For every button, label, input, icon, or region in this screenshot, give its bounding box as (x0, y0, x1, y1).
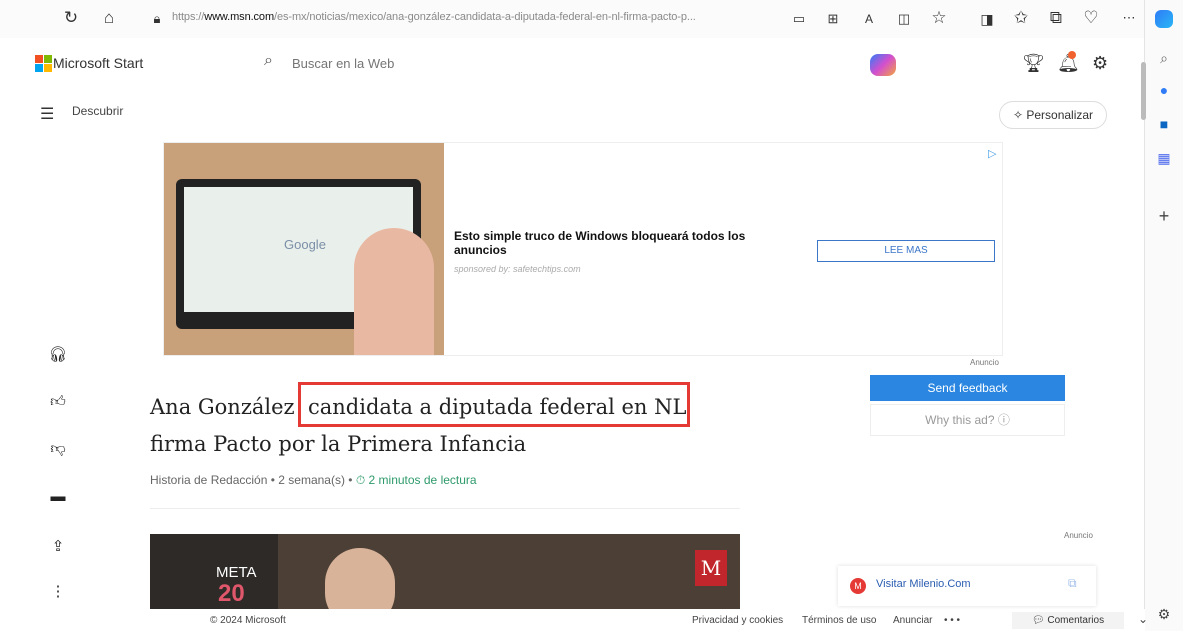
apps-icon[interactable]: ⊞ (822, 9, 844, 29)
divider (150, 508, 740, 509)
address-bar[interactable]: https://www.msn.com/es-mx/noticias/mexic… (172, 11, 696, 23)
copyright: © 2024 Microsoft (210, 615, 286, 626)
comments-button[interactable]: 💬︎ Comentarios (1012, 612, 1124, 629)
ad-title[interactable]: Esto simple truco de Windows bloqueará t… (454, 229, 794, 257)
ad-label-2: Anuncio (1064, 531, 1093, 540)
title-part1: Ana González (150, 395, 295, 419)
thumbs-up-icon[interactable]: 👍︎ (48, 393, 68, 411)
visit-source-card[interactable]: M Visitar Milenio.Com ⧉ (838, 566, 1096, 606)
advertise-link[interactable]: Anunciar (893, 615, 932, 626)
shopping-icon[interactable]: ● (1145, 82, 1183, 98)
favorites-icon[interactable]: ✩ (1010, 8, 1032, 28)
meta-text: Historia de Redacción • 2 semana(s) • (150, 473, 356, 487)
highlight-box (298, 382, 690, 427)
external-link-icon[interactable]: ⧉ (1068, 576, 1077, 591)
adchoices-icon[interactable]: ▷ (988, 147, 996, 160)
article-meta: Historia de Redacción • 2 semana(s) • ⏱ … (150, 473, 477, 488)
image-backdrop (150, 534, 278, 614)
teams-icon[interactable]: ▦ (1145, 150, 1183, 167)
ad-sponsor: sponsored by: safetechtips.com (454, 264, 581, 274)
share-icon[interactable]: ⇪ (48, 537, 68, 555)
scrollbar-thumb[interactable] (1141, 62, 1146, 120)
favorite-icon[interactable]: ☆ (928, 8, 950, 28)
brand-name[interactable]: Microsoft Start (53, 55, 143, 71)
footer: © 2024 Microsoft Privacidad y cookies Té… (0, 609, 1148, 631)
settings-icon[interactable]: ⚙ (1145, 606, 1183, 623)
chevron-down-icon[interactable]: ⌄ (1138, 612, 1148, 626)
comment-icon: 💬︎ (1031, 615, 1048, 626)
article-image[interactable]: META 20 M (150, 534, 740, 614)
headphones-icon[interactable]: 🎧︎ (48, 345, 68, 363)
image-meta-text: META (216, 564, 257, 581)
home-icon[interactable]: ⌂ (98, 8, 120, 28)
personalize-label: Personalizar (1026, 108, 1094, 122)
search-input[interactable] (290, 50, 674, 76)
ad-image: Google (164, 143, 444, 355)
outlook-icon[interactable]: ■ (1145, 116, 1183, 132)
personalize-button[interactable]: ✧ Personalizar (999, 101, 1107, 129)
trophy-icon[interactable]: 🏆︎ (1022, 53, 1045, 74)
ad-label: Anuncio (970, 358, 999, 367)
ad-banner[interactable]: Google Esto simple truco de Windows bloq… (163, 142, 1003, 356)
milenio-icon: M (850, 578, 866, 594)
more-icon[interactable]: ⋯ (1118, 8, 1140, 28)
microsoft-logo (35, 55, 53, 73)
url-path: /es-mx/noticias/mexico/ana-gonzález-cand… (274, 11, 696, 23)
reload-icon[interactable]: ↻ (60, 8, 82, 28)
notification-badge (1068, 51, 1076, 59)
url-domain: www.msn.com (204, 11, 275, 23)
browser-toolbar: ↻ ⌂ 🔒︎ https://www.msn.com/es-mx/noticia… (0, 0, 1145, 38)
thumbs-down-icon[interactable]: 👎︎ (48, 440, 68, 458)
sidebar-icon[interactable]: ◨ (976, 9, 998, 29)
more-options-icon[interactable]: ⋮ (48, 582, 68, 600)
google-text: Google (284, 237, 326, 252)
terms-link[interactable]: Términos de uso (802, 615, 876, 626)
copilot-icon[interactable] (870, 54, 896, 76)
privacy-link[interactable]: Privacidad y cookies (692, 615, 783, 626)
search-icon[interactable]: ⌕ (1145, 50, 1183, 67)
visit-link[interactable]: Visitar Milenio.Com (876, 578, 971, 590)
comments-label: Comentarios (1047, 615, 1105, 626)
more-links-button[interactable]: • • • (944, 615, 960, 626)
title-part2: firma Pacto por la Primera Infancia (150, 432, 527, 456)
comment-icon[interactable]: ▬ (48, 488, 68, 505)
collections-icon[interactable]: ⧉ (1045, 8, 1067, 28)
lock-icon[interactable]: 🔒︎ (146, 9, 168, 29)
read-aloud-icon[interactable]: A (858, 9, 880, 29)
menu-icon[interactable]: ☰ (40, 104, 54, 124)
hand-graphic (354, 228, 434, 355)
discover-link[interactable]: Descubrir (72, 104, 123, 118)
image-number: 20 (218, 580, 245, 607)
read-time: ⏱ 2 minutos de lectura (355, 473, 477, 487)
add-icon[interactable]: + (1145, 206, 1183, 227)
ad-cta-button[interactable]: LEE MAS (817, 240, 995, 262)
why-this-ad-link[interactable]: Why this ad? ⓘ (870, 404, 1065, 436)
copilot-icon[interactable] (1145, 10, 1183, 31)
browser-sidebar: ⌕ ● ■ ▦ + ⚙ (1144, 0, 1183, 631)
settings-icon[interactable]: ⚙ (1092, 53, 1108, 74)
send-feedback-button[interactable]: Send feedback (870, 375, 1065, 401)
image-person (325, 548, 395, 614)
search-icon[interactable]: ⌕ (264, 52, 273, 70)
reader-icon[interactable]: ▭ (788, 9, 810, 29)
health-icon[interactable]: ♡ (1080, 8, 1102, 28)
milenio-logo: M (695, 550, 727, 586)
url-prefix: https:// (172, 11, 205, 23)
split-icon[interactable]: ◫ (893, 9, 915, 29)
sparkle-icon: ✧ (1012, 108, 1027, 122)
